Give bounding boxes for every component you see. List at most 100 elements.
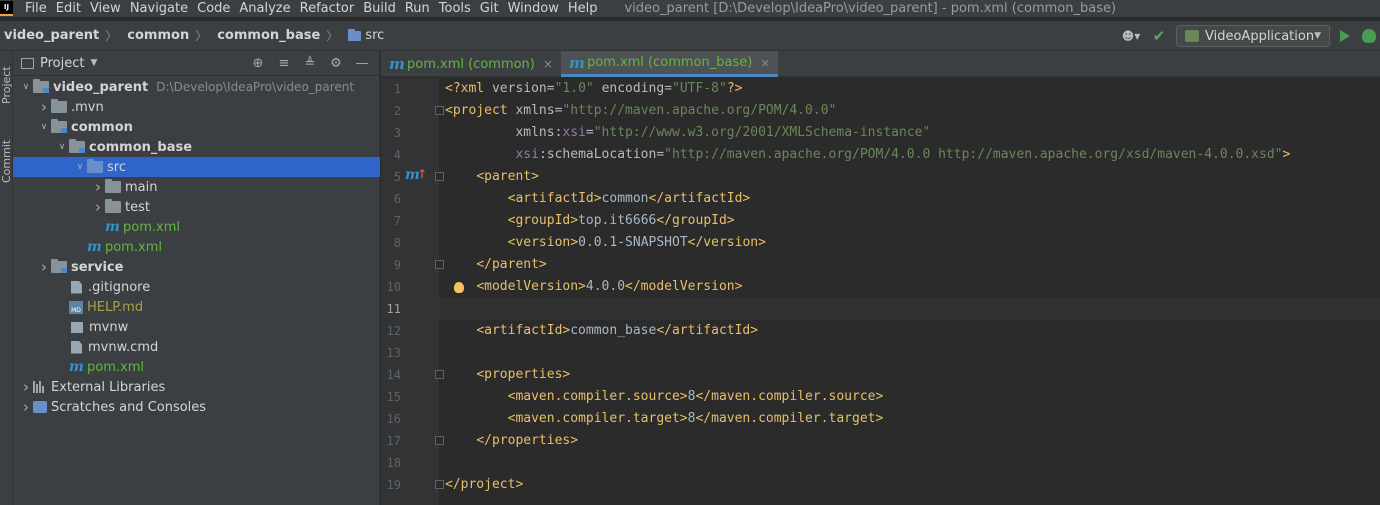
code-token: <artifactId> (476, 323, 571, 338)
menu-analyze[interactable]: Analyze (239, 1, 290, 16)
code-area[interactable]: <?xml version="1.0" encoding="UTF-8"?> <p… (439, 78, 1380, 505)
debug-icon[interactable] (1362, 29, 1376, 43)
tree-item[interactable]: › .mvn (13, 97, 380, 117)
code-token: </modelVersion> (625, 279, 743, 294)
run-icon[interactable] (1340, 30, 1350, 42)
gear-icon[interactable]: ⚙ (327, 55, 345, 73)
run-configuration-label: VideoApplication (1205, 28, 1315, 44)
menu-refactor[interactable]: Refactor (300, 1, 355, 16)
tree-item[interactable]: › External Libraries (13, 377, 380, 397)
menu-tools[interactable]: Tools (439, 1, 471, 16)
chevron-right-icon[interactable]: › (19, 377, 33, 397)
code-line[interactable]: </project> (439, 474, 1380, 496)
code-token: "http://www.w3.org/2001/XMLSchema-instan… (593, 125, 931, 140)
menu-navigate[interactable]: Navigate (130, 1, 188, 16)
menu-edit[interactable]: Edit (56, 1, 81, 16)
tree-item[interactable]: ∨ common_base (13, 137, 380, 157)
chevron-right-icon[interactable]: › (91, 197, 105, 217)
tree-item[interactable]: ∨ common (13, 117, 380, 137)
tree-item-label: pom.xml (87, 359, 144, 375)
run-configuration-select[interactable]: VideoApplication ▼ (1176, 25, 1330, 47)
chevron-right-icon[interactable]: › (19, 397, 33, 417)
code-line[interactable]: <parent> (439, 166, 1380, 188)
code-line[interactable]: <project xmlns="http://maven.apache.org/… (439, 100, 1380, 122)
tree-item-label: pom.xml (105, 239, 162, 255)
chevron-right-icon: 〉 (326, 29, 339, 43)
code-token: ?> (726, 81, 743, 96)
code-line[interactable]: <version>0.0.1-SNAPSHOT</version> (439, 232, 1380, 254)
menu-code[interactable]: Code (197, 1, 230, 16)
menu-view[interactable]: View (90, 1, 121, 16)
menu-git[interactable]: Git (480, 1, 499, 16)
tree-item[interactable]: ∨ video_parent D:\Develop\IdeaPro\video_pa… (13, 77, 380, 97)
lightbulb-icon[interactable] (454, 282, 464, 293)
code-token: </version> (687, 235, 766, 250)
tree-item[interactable]: › service (13, 257, 380, 277)
code-token: </artifactId> (648, 191, 751, 206)
breadcrumb-item[interactable]: video_parent (4, 28, 99, 43)
menu-window[interactable]: Window (508, 1, 559, 16)
code-line[interactable]: </parent> (439, 254, 1380, 276)
tree-item[interactable]: › test (13, 197, 380, 217)
code-line[interactable]: <artifactId>common_base</artifactId> (439, 320, 1380, 342)
chevron-down-icon[interactable]: ∨ (37, 117, 51, 137)
tool-tab-commit[interactable]: Commit (0, 131, 13, 191)
tree-item[interactable]: ›mvnw (13, 317, 380, 337)
code-line[interactable]: <?xml version="1.0" encoding="UTF-8"?> (439, 78, 1380, 100)
tree-item-label: mvnw (89, 319, 129, 335)
chevron-down-icon[interactable]: ∨ (73, 157, 87, 177)
tree-item[interactable]: ›mvnw.cmd (13, 337, 380, 357)
tree-item[interactable]: › main (13, 177, 380, 197)
tree-item[interactable]: ∨ src (13, 157, 380, 177)
breadcrumb-item[interactable]: common (127, 28, 189, 43)
code-line[interactable]: <artifactId>common</artifactId> (439, 188, 1380, 210)
tree-item[interactable]: ›mpom.xml (13, 217, 380, 237)
tree-item[interactable]: ›.gitignore (13, 277, 380, 297)
project-panel-title[interactable]: Project (40, 56, 84, 71)
tree-item[interactable]: › Scratches and Consoles (13, 397, 380, 417)
chevron-down-icon[interactable]: ∨ (55, 137, 69, 157)
chevron-right-icon[interactable]: › (91, 177, 105, 197)
code-line[interactable]: <groupId>top.it6666</groupId> (439, 210, 1380, 232)
navigate-up-icon[interactable]: ↑ (417, 167, 427, 181)
expand-all-icon[interactable]: ≡ (275, 55, 293, 73)
tree-item[interactable]: ›mpom.xml (13, 357, 380, 377)
hammer-icon[interactable]: ✔ (1150, 27, 1168, 45)
close-icon[interactable]: × (760, 56, 770, 70)
code-token: </groupId> (656, 213, 735, 228)
code-token: "http://maven.apache.org/POM/4.0.0" (562, 103, 837, 118)
chevron-right-icon[interactable]: › (37, 257, 51, 277)
user-icon[interactable]: ☻▾ (1118, 27, 1144, 45)
collapse-all-icon[interactable]: ≜ (301, 55, 319, 73)
menu-help[interactable]: Help (568, 1, 598, 16)
tool-tab-project[interactable]: Project (0, 59, 13, 111)
menu-file[interactable]: File (25, 1, 47, 16)
chevron-down-icon[interactable]: ▼ (90, 58, 97, 68)
close-icon[interactable]: × (543, 57, 553, 71)
chevron-down-icon[interactable]: ∨ (19, 77, 33, 97)
line-number: 11 (386, 302, 401, 316)
menu-run[interactable]: Run (405, 1, 430, 16)
code-line[interactable] (439, 298, 1380, 320)
code-line[interactable]: xmlns:xsi="http://www.w3.org/2001/XMLSch… (439, 122, 1380, 144)
editor-tab[interactable]: m pom.xml (common_base) × (560, 51, 779, 77)
locate-file-icon[interactable]: ⊕ (249, 55, 267, 73)
breadcrumb-item[interactable]: common_base (217, 28, 320, 43)
hide-panel-icon[interactable]: — (353, 55, 371, 73)
editor-tab[interactable]: m pom.xml (common) × (381, 51, 561, 77)
code-line[interactable]: <maven.compiler.source>8</maven.compiler… (439, 386, 1380, 408)
chevron-right-icon[interactable]: › (37, 97, 51, 117)
code-line[interactable]: </properties> (439, 430, 1380, 452)
code-line[interactable] (439, 342, 1380, 364)
code-line[interactable]: <properties> (439, 364, 1380, 386)
code-line[interactable]: <maven.compiler.target>8</maven.compiler… (439, 408, 1380, 430)
tree-item[interactable]: ›MDHELP.md (13, 297, 380, 317)
maven-file-icon: m (389, 55, 405, 73)
tree-item-label: common_base (89, 139, 193, 155)
code-line[interactable] (439, 452, 1380, 474)
menu-build[interactable]: Build (363, 1, 396, 16)
code-line[interactable]: <modelVersion>4.0.0</modelVersion> (439, 276, 1380, 298)
tree-item[interactable]: ›mpom.xml (13, 237, 380, 257)
code-line[interactable]: xsi:schemaLocation="http://maven.apache.… (439, 144, 1380, 166)
breadcrumb-item[interactable]: src (348, 28, 384, 43)
